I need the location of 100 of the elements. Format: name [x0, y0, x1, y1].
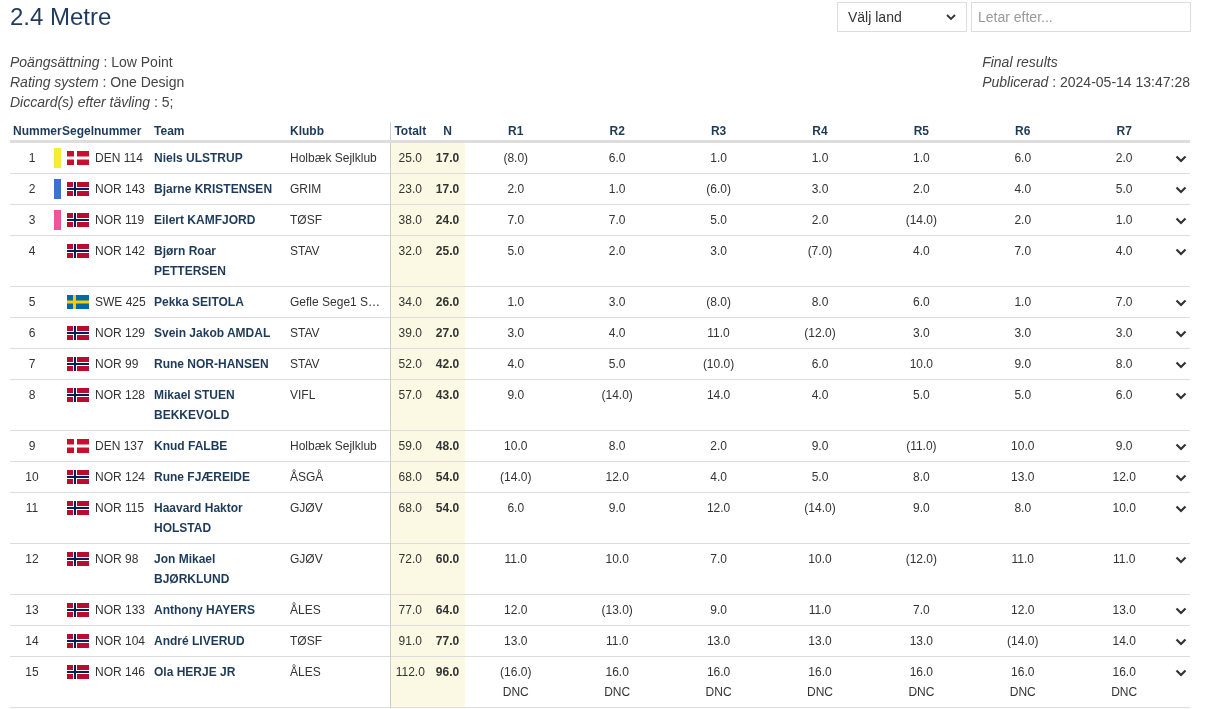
club-text: GRIM: [290, 182, 322, 196]
race-score-text: 13.0: [1010, 469, 1036, 486]
team-name-link[interactable]: Svein Jakob AMDAL: [154, 323, 291, 343]
search-field[interactable]: Letar efter...: [971, 2, 1191, 32]
team-name-link[interactable]: Rune FJÆREIDE: [154, 467, 291, 487]
race-score-text: 2.0: [1013, 212, 1033, 229]
race-score-text: 10.0: [1111, 500, 1137, 517]
team-name-link[interactable]: Bjørn Roar PETTERSEN: [154, 241, 291, 281]
chevron-down-icon[interactable]: [1174, 361, 1187, 369]
club-text: GJØV: [290, 501, 323, 515]
net-score-text: 25.0: [435, 244, 460, 258]
club-text: Holbæk Sejlklub: [290, 151, 377, 165]
chevron-down-icon[interactable]: [1174, 474, 1187, 482]
race-score-text: 9.0: [912, 500, 931, 517]
race-score-text: 12.0: [1010, 602, 1036, 619]
team-name-link[interactable]: Mikael STUEN BEKKEVOLD: [154, 385, 291, 425]
team-name-link[interactable]: Jon Mikael BJØRKLUND: [154, 549, 291, 589]
race-score-text: 1.0: [709, 150, 728, 167]
race-score-text: 5.0: [607, 356, 627, 373]
race-score-text: (12.0): [803, 325, 837, 342]
team-name-link[interactable]: André LIVERUD: [154, 631, 291, 651]
team-name-link[interactable]: Anthony HAYERS: [154, 600, 291, 620]
net-score-text: 54.0: [435, 470, 460, 484]
total-score-text: 72.0: [398, 552, 422, 566]
sail-number-text: NOR 115: [95, 500, 145, 517]
column-header: R2: [609, 123, 625, 140]
race-score-text: 8.0: [810, 294, 830, 311]
rank-text: 11: [25, 501, 39, 515]
scoring-info-text: Poängsättning : Low Point: [10, 53, 174, 72]
rank-text: 1: [28, 151, 36, 165]
chevron-down-icon[interactable]: [1174, 392, 1187, 400]
sail-number-text: DEN 114: [95, 150, 143, 167]
race-score-text: 16.0: [705, 664, 732, 681]
net-score-text: 96.0: [435, 665, 460, 679]
net-score-text: 24.0: [435, 213, 460, 227]
flag-icon: [67, 603, 89, 617]
race-score-text: 4.0: [810, 387, 830, 404]
race-score-text: 5.0: [1013, 387, 1033, 404]
net-score-text: 48.0: [435, 439, 460, 453]
team-name-link[interactable]: Niels ULSTRUP: [154, 148, 291, 168]
chevron-down-icon[interactable]: [1174, 556, 1187, 564]
chevron-down-icon[interactable]: [1174, 330, 1187, 338]
team-name-link[interactable]: Bjarne KRISTENSEN: [154, 179, 291, 199]
team-name-link[interactable]: Ola HERJE JR: [154, 662, 291, 682]
team-name-link[interactable]: Eilert KAMFJORD: [154, 210, 291, 230]
race-score-text: 2.0: [607, 243, 627, 260]
results-status-text: Final results: [982, 53, 1059, 72]
race-score-text: 2.0: [912, 181, 931, 198]
column-header: Segelnummer: [62, 123, 142, 140]
flag-icon: [67, 501, 89, 515]
chevron-down-icon[interactable]: [1174, 638, 1187, 646]
race-score-text: 7.0: [709, 551, 728, 568]
race-score-text: 11.0: [1111, 551, 1137, 568]
race-score-text: 9.0: [607, 500, 627, 517]
column-header: R3: [710, 123, 727, 140]
race-code-text: DNC: [704, 684, 733, 701]
chevron-down-icon[interactable]: [1174, 299, 1187, 307]
race-score-text: 14.0: [705, 387, 732, 404]
sail-number-text: NOR 129: [95, 325, 146, 342]
race-code-text: DNC: [907, 684, 936, 701]
sail-number-text: NOR 98: [95, 551, 139, 568]
race-score-text: 5.0: [912, 387, 931, 404]
sail-number-text: NOR 142: [95, 243, 146, 260]
race-score-text: 3.0: [1114, 325, 1134, 342]
flag-icon: [67, 470, 89, 484]
race-score-text: 9.0: [506, 387, 526, 404]
race-score-text: 7.0: [1013, 243, 1033, 260]
race-score-text: 12.0: [705, 500, 732, 517]
race-score-text: 16.0: [604, 664, 630, 681]
rank-text: 9: [28, 439, 36, 453]
team-name-link[interactable]: Pekka SEITOLA: [154, 292, 291, 312]
team-name-link[interactable]: Rune NOR-HANSEN: [154, 354, 291, 374]
race-score-text: 1.0: [1114, 212, 1134, 229]
club-text: VIFL: [290, 388, 316, 402]
chevron-down-icon[interactable]: [1174, 186, 1187, 194]
race-score-text: 3.0: [912, 325, 931, 342]
team-name-link[interactable]: Knud FALBE: [154, 436, 291, 456]
race-code-text: DNC: [501, 684, 530, 701]
race-score-text: 4.0: [506, 356, 526, 373]
net-score-text: 64.0: [435, 603, 460, 617]
team-name-link[interactable]: Haavard Haktor HOLSTAD: [154, 498, 291, 538]
race-score-text: (12.0): [904, 551, 939, 568]
race-score-text: 1.0: [607, 181, 627, 198]
chevron-down-icon[interactable]: [1174, 607, 1187, 615]
total-score-text: 112.0: [395, 665, 425, 679]
flag-icon: [67, 552, 89, 566]
race-score-text: (13.0): [600, 602, 634, 619]
country-select[interactable]: Välj land: [837, 2, 967, 32]
chevron-down-icon[interactable]: [1174, 217, 1187, 225]
chevron-down-icon[interactable]: [1174, 669, 1187, 677]
caret-icon: [946, 13, 956, 21]
chevron-down-icon[interactable]: [1174, 248, 1187, 256]
race-score-text: 9.0: [709, 602, 728, 619]
flag-icon: [67, 388, 89, 402]
chevron-down-icon[interactable]: [1174, 443, 1187, 451]
rank-text: 15: [25, 665, 39, 679]
chevron-down-icon[interactable]: [1174, 505, 1187, 513]
chevron-down-icon[interactable]: [1174, 155, 1187, 163]
column-header: R1: [508, 123, 524, 140]
race-score-text: 5.0: [709, 212, 728, 229]
